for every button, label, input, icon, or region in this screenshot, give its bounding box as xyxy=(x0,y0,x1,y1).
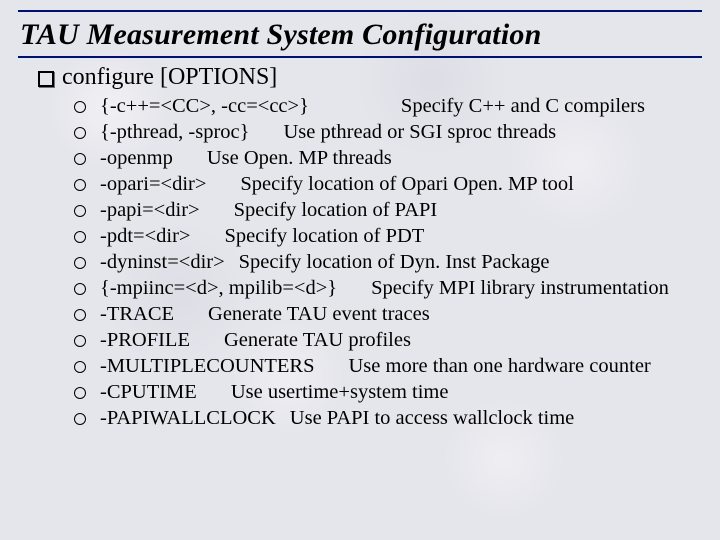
option-desc: Specify location of PAPI xyxy=(234,199,438,221)
options-list: {-c++=<CC>, -cc=<cc>} Specify C++ and C c… xyxy=(38,93,692,431)
option-text: -TRACE Generate TAU event traces xyxy=(100,301,692,327)
option-text: {-c++=<CC>, -cc=<cc>} Specify C++ and C c… xyxy=(100,93,692,119)
option-flag: {-c++=<CC>, -cc=<cc>} xyxy=(100,95,309,117)
option-flag: -dyninst=<dir> xyxy=(100,251,225,273)
circle-bullet-icon xyxy=(74,335,86,347)
option-text: -MULTIPLECOUNTERS Use more than one hardw… xyxy=(100,353,692,379)
title-bar: TAU Measurement System Configuration xyxy=(0,0,720,60)
option-text: -PAPIWALLCLOCK Use PAPI to access wallclo… xyxy=(100,405,692,431)
option-desc: Use Open. MP threads xyxy=(207,147,392,169)
option-text: -CPUTIME Use usertime+system time xyxy=(100,379,692,405)
configure-line: configure [OPTIONS] xyxy=(62,64,277,91)
option-item: {-mpiinc=<d>, mpilib=<d>} Specify MPI lib… xyxy=(74,275,692,301)
circle-bullet-icon xyxy=(74,387,86,399)
option-flag: -PAPIWALLCLOCK xyxy=(100,407,276,429)
option-item: -PAPIWALLCLOCK Use PAPI to access wallclo… xyxy=(74,405,692,431)
page-title: TAU Measurement System Configuration xyxy=(18,10,702,58)
option-flag: -papi=<dir> xyxy=(100,199,200,221)
circle-bullet-icon xyxy=(74,153,86,165)
option-item: -CPUTIME Use usertime+system time xyxy=(74,379,692,405)
circle-bullet-icon xyxy=(74,231,86,243)
option-desc: Use more than one hardware counter xyxy=(349,355,651,377)
option-item: -MULTIPLECOUNTERS Use more than one hardw… xyxy=(74,353,692,379)
option-item: -openmp Use Open. MP threads xyxy=(74,145,692,171)
option-flag: -MULTIPLECOUNTERS xyxy=(100,355,315,377)
option-text: {-mpiinc=<d>, mpilib=<d>} Specify MPI lib… xyxy=(100,275,692,301)
option-desc: Generate TAU event traces xyxy=(208,303,430,325)
option-flag: {-mpiinc=<d>, mpilib=<d>} xyxy=(100,277,337,299)
circle-bullet-icon xyxy=(74,101,86,113)
option-desc: Use usertime+system time xyxy=(231,381,449,403)
option-flag: -PROFILE xyxy=(100,329,190,351)
option-text: -pdt=<dir> Specify location of PDT xyxy=(100,223,692,249)
option-item: -dyninst=<dir> Specify location of Dyn. I… xyxy=(74,249,692,275)
circle-bullet-icon xyxy=(74,257,86,269)
option-flag: -openmp xyxy=(100,147,173,169)
option-desc: Generate TAU profiles xyxy=(224,329,411,351)
circle-bullet-icon xyxy=(74,283,86,295)
circle-bullet-icon xyxy=(74,205,86,217)
option-desc: Specify location of PDT xyxy=(224,225,424,247)
circle-bullet-icon xyxy=(74,413,86,425)
square-bullet-icon xyxy=(38,71,54,87)
option-desc: Use pthread or SGI sproc threads xyxy=(283,121,556,143)
option-text: -openmp Use Open. MP threads xyxy=(100,145,692,171)
option-item: -PROFILE Generate TAU profiles xyxy=(74,327,692,353)
option-desc: Specify location of Dyn. Inst Package xyxy=(239,251,550,273)
option-item: {-pthread, -sproc} Use pthread or SGI spr… xyxy=(74,119,692,145)
circle-bullet-icon xyxy=(74,309,86,321)
circle-bullet-icon xyxy=(74,179,86,191)
option-desc: Specify location of Opari Open. MP tool xyxy=(240,173,573,195)
option-item: -papi=<dir> Specify location of PAPI xyxy=(74,197,692,223)
option-item: -TRACE Generate TAU event traces xyxy=(74,301,692,327)
option-item: {-c++=<CC>, -cc=<cc>} Specify C++ and C c… xyxy=(74,93,692,119)
option-item: -opari=<dir> Specify location of Opari Op… xyxy=(74,171,692,197)
option-item: -pdt=<dir> Specify location of PDT xyxy=(74,223,692,249)
option-flag: {-pthread, -sproc} xyxy=(100,121,249,143)
option-desc: Specify MPI library instrumentation xyxy=(371,277,669,299)
option-flag: -TRACE xyxy=(100,303,174,325)
option-desc: Use PAPI to access wallclock time xyxy=(290,407,574,429)
option-text: -PROFILE Generate TAU profiles xyxy=(100,327,692,353)
option-text: -dyninst=<dir> Specify location of Dyn. I… xyxy=(100,249,692,275)
option-flag: -opari=<dir> xyxy=(100,173,206,195)
circle-bullet-icon xyxy=(74,127,86,139)
option-text: -papi=<dir> Specify location of PAPI xyxy=(100,197,692,223)
slide-content: configure [OPTIONS] {-c++=<CC>, -cc=<cc>… xyxy=(0,60,720,431)
circle-bullet-icon xyxy=(74,361,86,373)
option-desc: Specify C++ and C compilers xyxy=(401,95,645,117)
configure-row: configure [OPTIONS] xyxy=(38,64,692,91)
option-flag: -pdt=<dir> xyxy=(100,225,190,247)
option-text: {-pthread, -sproc} Use pthread or SGI spr… xyxy=(100,119,692,145)
option-flag: -CPUTIME xyxy=(100,381,197,403)
option-text: -opari=<dir> Specify location of Opari Op… xyxy=(100,171,692,197)
